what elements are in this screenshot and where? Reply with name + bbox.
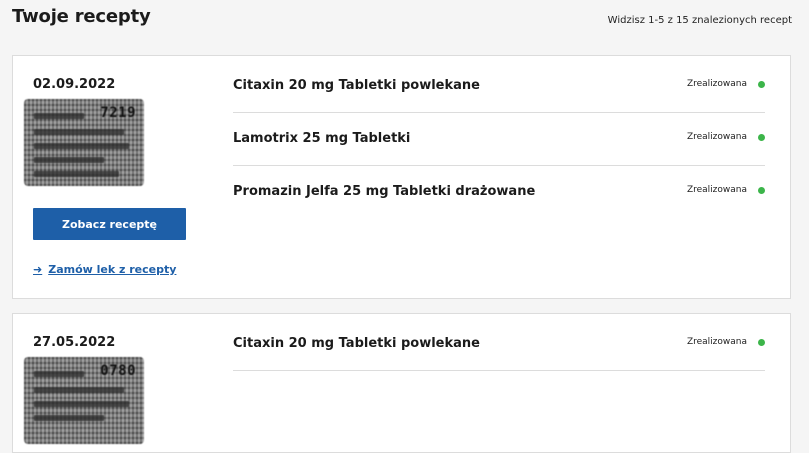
status-dot-icon <box>758 187 765 194</box>
prescription-thumbnail[interactable]: 0780 <box>24 357 144 444</box>
medication-name: Citaxin 20 mg Tabletki powlekane <box>233 336 480 351</box>
status-dot-icon <box>758 339 765 346</box>
medication-row: Lamotrix 25 mg Tabletki Zrealizowana <box>233 113 765 166</box>
prescription-thumbnail[interactable]: 7219 <box>24 99 144 186</box>
results-count: Widzisz 1-5 z 15 znalezionych recept <box>607 15 792 26</box>
page-header: Twoje recepty Widzisz 1-5 z 15 znalezion… <box>12 6 792 34</box>
prescription-code: 0780 <box>100 363 136 379</box>
order-medicine-link[interactable]: ➜ Zamów lek z recepty <box>33 263 176 276</box>
medication-name: Citaxin 20 mg Tabletki powlekane <box>233 78 480 93</box>
redacted-line <box>34 143 129 149</box>
order-link-label: Zamów lek z recepty <box>48 263 177 276</box>
status-dot-icon <box>758 81 765 88</box>
medication-list: Citaxin 20 mg Tabletki powlekane Zrealiz… <box>233 318 765 371</box>
redacted-line <box>34 157 104 163</box>
medication-status: Zrealizowana <box>686 79 747 89</box>
prescription-code: 7219 <box>100 105 136 121</box>
redacted-line <box>34 171 119 177</box>
medication-status: Zrealizowana <box>686 132 747 142</box>
medication-name: Lamotrix 25 mg Tabletki <box>233 131 411 146</box>
medication-row: Promazin Jelfa 25 mg Tabletki drażowane … <box>233 166 765 218</box>
medication-status: Zrealizowana <box>686 185 747 195</box>
redacted-line <box>34 371 84 377</box>
view-prescription-button[interactable]: Zobacz receptę <box>33 208 186 240</box>
status-dot-icon <box>758 134 765 141</box>
arrow-right-icon: ➜ <box>33 263 43 276</box>
redacted-line <box>34 387 124 393</box>
prescription-card: 02.09.2022 7219 Zobacz receptę ➜ Zamów l… <box>12 55 791 299</box>
redacted-line <box>34 129 124 135</box>
redacted-line <box>34 113 84 119</box>
redacted-line <box>34 401 129 407</box>
medication-name: Promazin Jelfa 25 mg Tabletki drażowane <box>233 184 536 199</box>
redacted-line <box>34 415 104 421</box>
medication-row: Citaxin 20 mg Tabletki powlekane Zrealiz… <box>233 60 765 113</box>
prescription-date: 27.05.2022 <box>33 335 116 350</box>
medication-list: Citaxin 20 mg Tabletki powlekane Zrealiz… <box>233 60 765 218</box>
prescription-date: 02.09.2022 <box>33 77 116 92</box>
page-title: Twoje recepty <box>12 6 151 27</box>
medication-status: Zrealizowana <box>686 337 747 347</box>
medication-row: Citaxin 20 mg Tabletki powlekane Zrealiz… <box>233 318 765 371</box>
prescription-card: 27.05.2022 0780 Citaxin 20 mg Tabletki p… <box>12 313 791 453</box>
